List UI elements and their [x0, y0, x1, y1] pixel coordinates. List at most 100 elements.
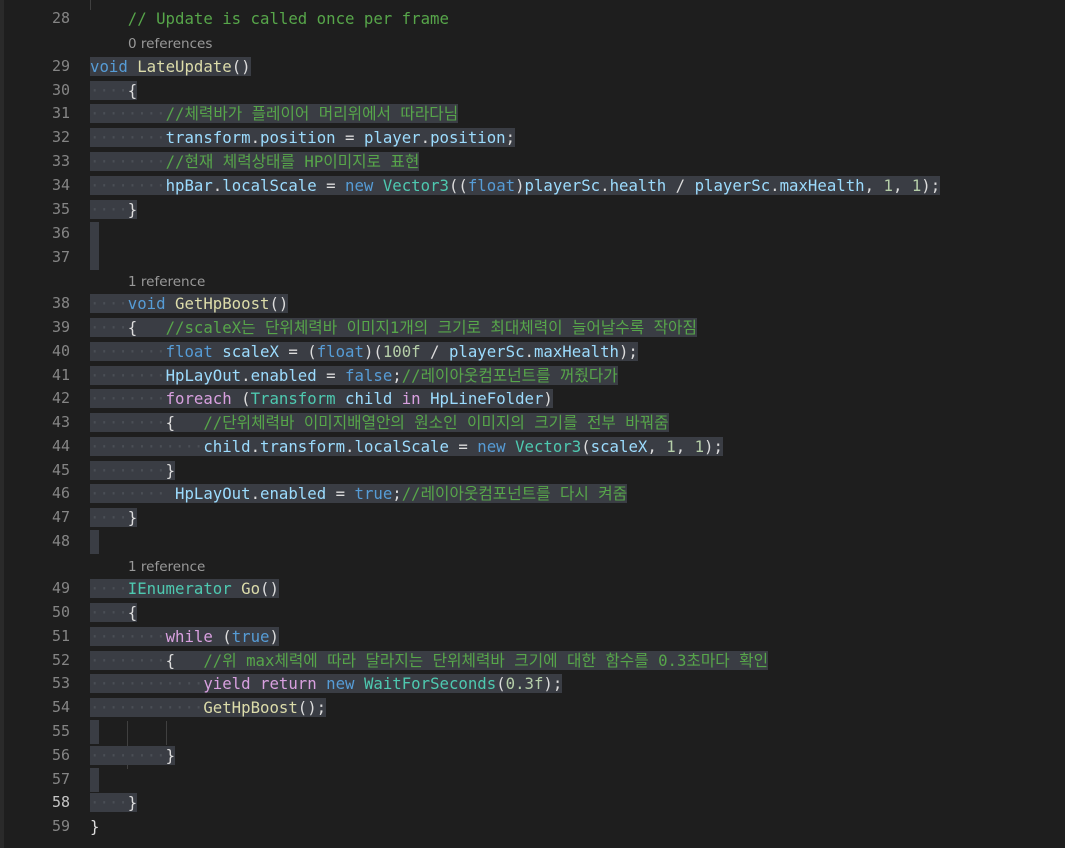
- code-line[interactable]: ····IEnumerator Go(): [90, 577, 279, 601]
- code-line[interactable]: ········//체력바가 플레이어 머리위에서 따라다님: [90, 102, 459, 126]
- code-line[interactable]: void LateUpdate(): [90, 55, 251, 79]
- indent-guide: [166, 721, 167, 745]
- code-token: return: [260, 674, 317, 693]
- code-token: .: [770, 176, 780, 195]
- code-token: (: [496, 674, 506, 693]
- code-token: ;: [392, 366, 402, 385]
- code-token: LateUpdate: [137, 57, 232, 76]
- code-line[interactable]: ····}: [90, 506, 138, 530]
- selection-highlight: [90, 768, 99, 792]
- code-token: WaitForSeconds: [363, 674, 497, 693]
- code-token: {: [127, 81, 138, 100]
- code-token: (): [269, 294, 289, 313]
- code-token: /: [420, 342, 449, 361]
- code-line[interactable]: ····}: [90, 791, 138, 815]
- code-token: void: [90, 57, 128, 76]
- whitespace-marker: ········: [90, 104, 166, 123]
- code-line[interactable]: ············yield return new WaitForSeco…: [90, 672, 563, 696]
- code-token: .: [345, 437, 355, 456]
- code-token: new: [345, 176, 374, 195]
- code-line[interactable]: ········transform.position = player.posi…: [90, 126, 516, 150]
- code-token: //현재 체력상태를 HP이미지로 표현: [165, 152, 420, 171]
- code-line[interactable]: ········foreach (Transform child in HpLi…: [90, 387, 553, 411]
- code-token: }: [127, 508, 138, 527]
- code-token: child: [345, 389, 393, 408]
- code-token: );: [704, 437, 723, 456]
- code-token: yield: [203, 674, 251, 693]
- whitespace-marker: ········: [90, 651, 166, 670]
- code-line[interactable]: ············GetHpBoost();: [90, 696, 327, 720]
- whitespace-marker: ············: [90, 437, 204, 456]
- code-token: ,: [892, 176, 912, 195]
- code-token: float: [467, 176, 516, 195]
- whitespace-marker: ····: [90, 603, 128, 622]
- whitespace-marker: ····: [90, 294, 128, 313]
- code-line[interactable]: ····{: [90, 601, 138, 625]
- code-line[interactable]: ····{ //scaleX는 단위체력바 이미지1개의 크기로 최대체력이 늘…: [90, 316, 697, 340]
- code-line[interactable]: ········float scaleX = (float)(100f / pl…: [90, 340, 638, 364]
- code-token: child: [203, 437, 251, 456]
- code-line[interactable]: ········//현재 체력상태를 HP이미지로 표현: [90, 150, 420, 174]
- code-line[interactable]: ····{: [90, 79, 138, 103]
- code-line[interactable]: ········{ //위 max체력에 따라 달라지는 단위체력바 크기에 대…: [90, 649, 769, 673]
- code-token: 1: [911, 176, 922, 195]
- code-token: new: [477, 437, 506, 456]
- code-token: playerSc: [694, 176, 771, 195]
- code-token: 1: [883, 176, 893, 195]
- code-token: (: [212, 627, 232, 646]
- code-token: true: [354, 484, 393, 503]
- code-token: health: [609, 176, 667, 195]
- code-line[interactable]: }: [90, 815, 99, 839]
- code-token: =: [316, 366, 346, 385]
- code-line[interactable]: // Update is called once per frame: [90, 7, 449, 31]
- whitespace-marker: ········: [90, 746, 166, 765]
- code-token: ): [515, 176, 525, 195]
- code-token: .: [250, 437, 261, 456]
- code-token: (: [231, 389, 251, 408]
- code-token: /: [666, 176, 695, 195]
- code-line[interactable]: ········{ //단위체력바 이미지배열안의 원소인 이미지의 크기를 전…: [90, 411, 669, 435]
- code-token: 1: [694, 437, 705, 456]
- code-lens-references[interactable]: 1 reference: [128, 557, 205, 577]
- code-line[interactable]: ········ HpLayOut.enabled = true;//레이아웃컴…: [90, 482, 628, 506]
- code-token: (): [231, 57, 251, 76]
- code-line[interactable]: ········}: [90, 459, 176, 483]
- whitespace-marker: ········: [90, 128, 166, 147]
- code-token: ,: [864, 176, 884, 195]
- code-line[interactable]: ············child.transform.localScale =…: [90, 435, 723, 459]
- code-lens-references[interactable]: 1 reference: [128, 272, 205, 292]
- code-area[interactable]: 0 references 1 reference 1 reference // …: [0, 0, 1065, 848]
- code-token: .: [420, 128, 431, 147]
- whitespace-marker: ········: [90, 342, 166, 361]
- code-token: HpLineFolder: [430, 389, 544, 408]
- code-token: void: [127, 294, 166, 313]
- code-token: Transform: [250, 389, 336, 408]
- code-token: =: [448, 437, 478, 456]
- selection-highlight: [90, 222, 99, 270]
- code-token: IEnumerator: [127, 579, 232, 598]
- code-token: maxHealth: [779, 176, 865, 195]
- code-editor[interactable]: 28 29 30 31 32 33 34 35 36 37 38 39 40 41 42 43 44 45 46 47…: [0, 0, 1065, 848]
- whitespace-marker: ············: [90, 674, 204, 693]
- code-token: }: [127, 793, 138, 812]
- code-token: //레이아웃컴포넌트를 다시 켜줌: [401, 484, 628, 503]
- code-token: GetHpBoost: [203, 698, 298, 717]
- code-token: {: [165, 651, 204, 670]
- code-line[interactable]: ········while (true): [90, 625, 279, 649]
- code-token: ,: [675, 437, 695, 456]
- code-line[interactable]: ····}: [90, 198, 138, 222]
- code-lens-references[interactable]: 0 references: [128, 34, 212, 54]
- code-token: }: [90, 817, 100, 836]
- code-token: ;: [505, 128, 516, 147]
- code-token: foreach: [165, 389, 232, 408]
- code-token: ): [543, 389, 553, 408]
- code-token: .: [212, 176, 223, 195]
- code-token: transform: [165, 128, 251, 147]
- code-line[interactable]: ····void GetHpBoost(): [90, 292, 289, 316]
- code-line[interactable]: ········HpLayOut.enabled = false;//레이아웃컴…: [90, 364, 618, 388]
- code-line[interactable]: ········}: [90, 744, 176, 768]
- code-token: }: [165, 461, 176, 480]
- code-line[interactable]: ········hpBar.localScale = new Vector3((…: [90, 174, 941, 198]
